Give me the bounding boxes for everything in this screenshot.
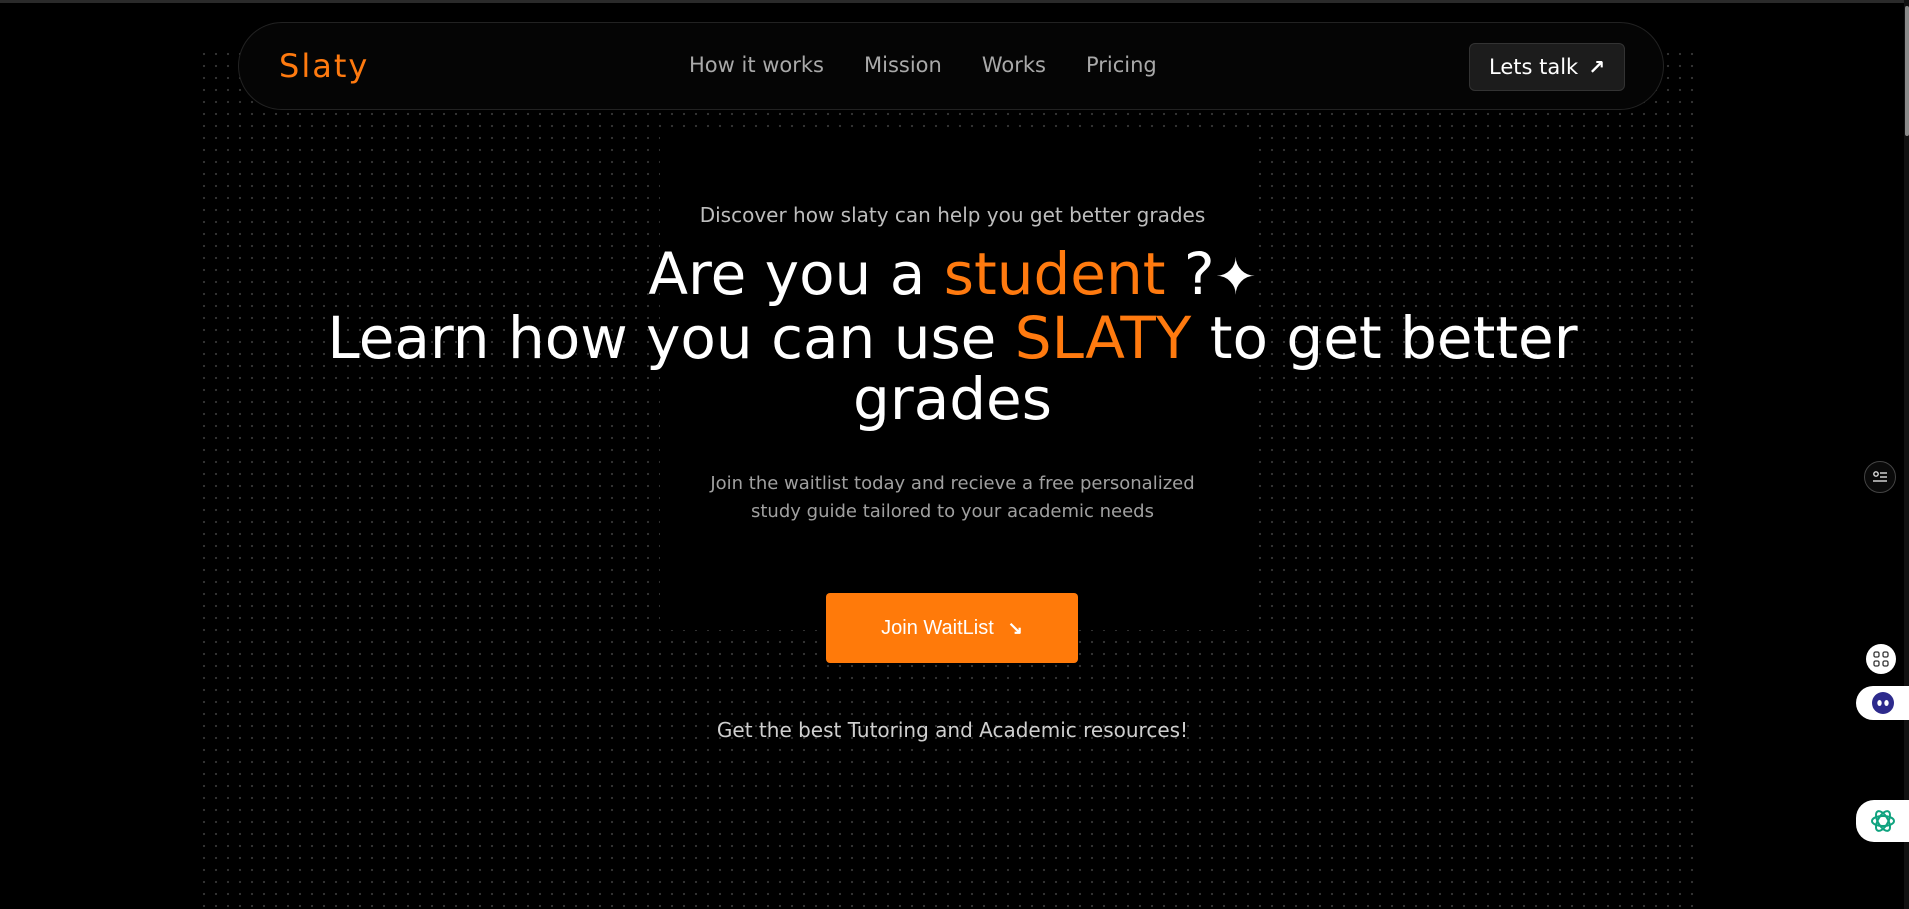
join-waitlist-label: Join WaitList: [881, 616, 994, 639]
nav-link-pricing[interactable]: Pricing: [1086, 53, 1157, 77]
brand-logo[interactable]: Slaty: [279, 47, 369, 85]
hero-description: Join the waitlist today and recieve a fr…: [710, 473, 1195, 522]
top-border: [0, 0, 1909, 3]
sparkle-icon: ✦: [1214, 248, 1257, 306]
headline-text-2: ?: [1165, 240, 1215, 308]
grid-apps-icon[interactable]: [1866, 644, 1896, 674]
nav-link-how-it-works[interactable]: How it works: [689, 53, 824, 77]
openai-logo-icon[interactable]: [1856, 800, 1909, 842]
arrow-up-right-icon: ↗: [1588, 55, 1605, 79]
join-waitlist-button[interactable]: Join WaitList ↘: [826, 593, 1078, 663]
lets-talk-button[interactable]: Lets talk ↗: [1469, 43, 1625, 91]
scrollbar-track[interactable]: [1904, 0, 1909, 909]
headline-accent-slaty: SLATY: [1014, 304, 1192, 372]
nav-links: How it works Mission Works Pricing: [689, 53, 1157, 77]
headline-text-3: Learn how you can use: [327, 304, 1015, 372]
hero-headline: Are you a student ?✦ Learn how you can u…: [280, 244, 1625, 430]
openai-logo-glyph: [1870, 810, 1895, 832]
hero-subtitle: Discover how slaty can help you get bett…: [699, 203, 1206, 227]
filter-settings-icon[interactable]: [1864, 461, 1896, 493]
page: Slaty How it works Mission Works Pricing…: [0, 0, 1909, 909]
headline-accent-student: student: [943, 240, 1166, 308]
headline-text-1: Are you a: [648, 240, 944, 308]
nav-link-mission[interactable]: Mission: [864, 53, 942, 77]
bot-face-icon[interactable]: [1856, 686, 1909, 720]
lets-talk-label: Lets talk: [1489, 55, 1579, 79]
scrollbar-thumb[interactable]: [1905, 6, 1909, 136]
arrow-down-right-icon: ↘: [1007, 617, 1023, 638]
navbar: Slaty How it works Mission Works Pricing…: [238, 22, 1664, 110]
grid-apps-glyph: [1873, 651, 1889, 667]
filter-settings-glyph: [1873, 471, 1887, 482]
bot-face-glyph: [1871, 692, 1894, 714]
hero-tagline: Get the best Tutoring and Academic resou…: [716, 718, 1189, 742]
nav-link-works[interactable]: Works: [982, 53, 1046, 77]
